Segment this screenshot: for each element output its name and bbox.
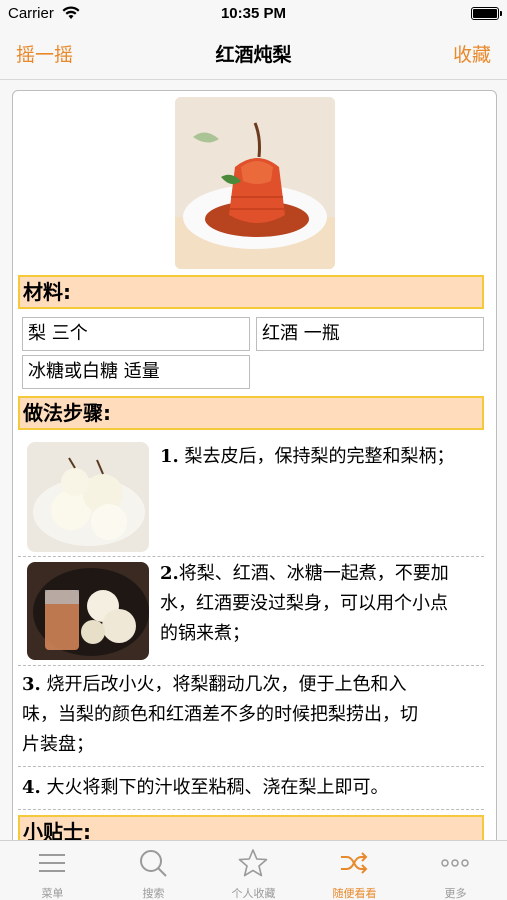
more-icon [441, 859, 469, 867]
tab-random[interactable]: 随便看看 [304, 841, 405, 900]
tab-favorites[interactable]: 个人收藏 [203, 841, 304, 900]
step-item: 3. 烧开后改小火，将梨翻动几次，便于上色和入 味，当梨的颜色和红酒差不多的时候… [18, 666, 484, 767]
ingredient-item: 红酒 一瓶 [256, 317, 484, 351]
steps-header: 做法步骤: [18, 396, 484, 430]
step-text-line: 将梨、红酒、冰糖一起煮，不要加 [178, 563, 449, 584]
step-text-line: 烧开后改小火，将梨翻动几次，便于上色和入 [46, 674, 407, 695]
star-icon [238, 849, 268, 877]
step-text: 大火将剩下的汁收至粘稠、浇在梨上即可。 [46, 777, 389, 798]
tab-label: 搜索 [142, 887, 165, 900]
tab-label: 菜单 [41, 887, 64, 900]
recipe-hero-image [175, 97, 335, 269]
step-number: 2. [160, 563, 179, 584]
step-number: 3. [22, 674, 41, 695]
step-item: 2.将梨、红酒、冰糖一起煮，不要加 水，红酒要没过梨身，可以用个小点 的锅来煮； [18, 557, 484, 666]
favorite-button[interactable]: 收藏 [453, 40, 491, 67]
tab-bar: 菜单 搜索 个人收藏 随便看看 更多 [0, 840, 507, 900]
ingredient-item: 冰糖或白糖 适量 [22, 355, 250, 389]
step-1-image [27, 442, 149, 552]
status-bar: Carrier 10:35 PM [0, 0, 507, 28]
step-item: 1. 梨去皮后，保持梨的完整和梨柄； [18, 434, 484, 557]
step-item: 4. 大火将剩下的汁收至粘稠、浇在梨上即可。 [18, 767, 484, 810]
tab-more[interactable]: 更多 [405, 841, 506, 900]
battery-icon [471, 7, 502, 20]
recipe-card[interactable]: 材料: 梨 三个 红酒 一瓶 冰糖或白糖 适量 做法步骤: 1. 梨去皮后，保持… [12, 90, 497, 850]
tab-label: 更多 [444, 887, 467, 900]
ingredient-item: 梨 三个 [22, 317, 250, 351]
tab-label: 个人收藏 [231, 887, 276, 900]
menu-icon [39, 854, 65, 872]
step-text-line: 味，当梨的颜色和红酒差不多的时候把梨捞出，切 [22, 704, 418, 725]
tab-label: 随便看看 [332, 887, 377, 900]
step-number: 4. [22, 777, 41, 798]
step-number: 1. [160, 446, 179, 467]
step-text-line: 水，红酒要没过梨身，可以用个小点 [160, 593, 448, 614]
search-icon [140, 850, 167, 877]
tab-menu[interactable]: 菜单 [2, 841, 103, 900]
shuffle-icon [341, 852, 368, 874]
navigation-bar: 摇一摇 红酒炖梨 收藏 [0, 28, 507, 80]
tab-search[interactable]: 搜索 [103, 841, 204, 900]
step-text-line: 片装盘； [22, 734, 94, 755]
clock: 10:35 PM [220, 5, 287, 22]
step-2-image [27, 562, 149, 660]
step-text-line: 的锅来煮； [160, 623, 250, 644]
step-text: 梨去皮后，保持梨的完整和梨柄； [184, 446, 455, 467]
ingredients-header: 材料: [18, 275, 484, 309]
page-title: 红酒炖梨 [215, 44, 292, 66]
